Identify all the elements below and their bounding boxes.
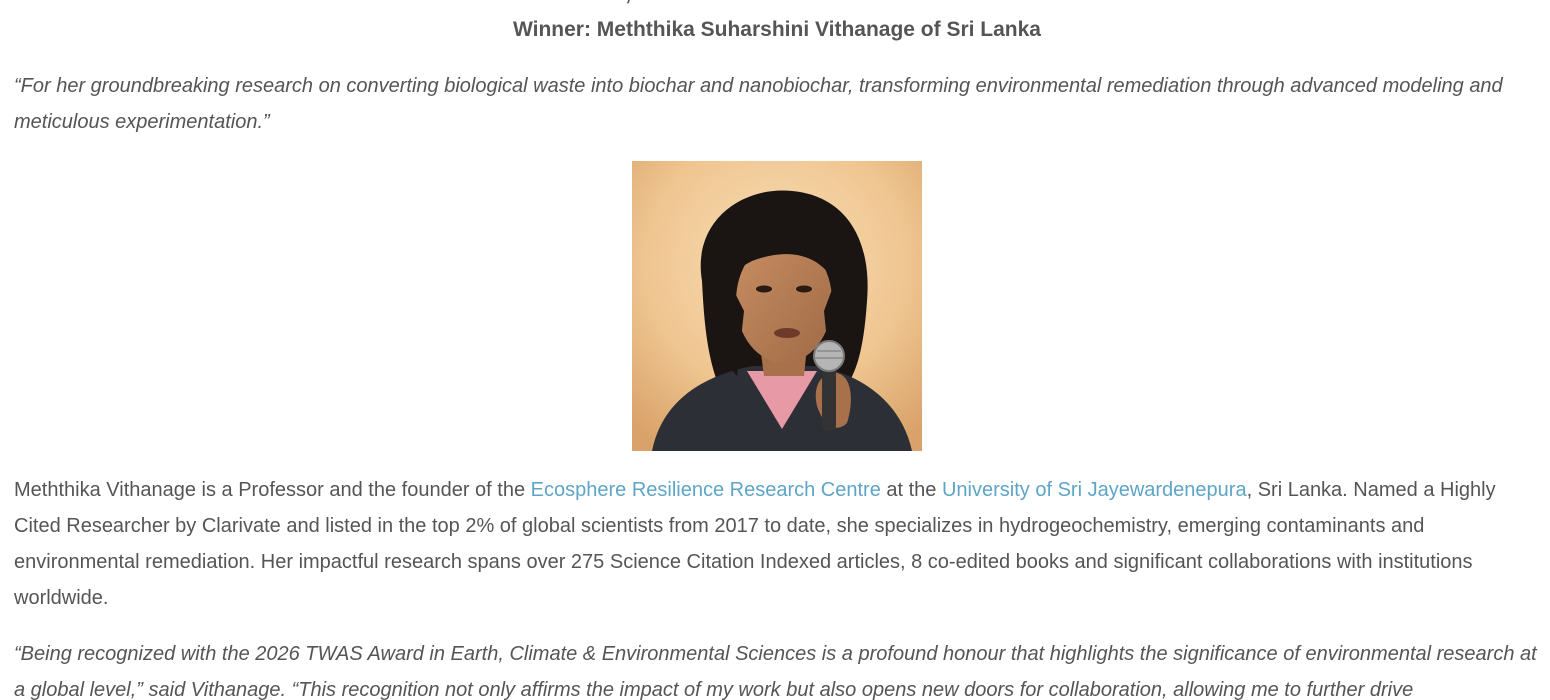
winner-photo <box>632 161 922 451</box>
winner-heading: Winner: Meththika Suharshini Vithanage o… <box>512 18 1041 41</box>
category-heading: Earth, Climate & Environmental Sciences <box>14 0 1540 12</box>
bio-text-1: Meththika Vithanage is a Professor and t… <box>14 479 531 501</box>
winner-bio: Meththika Vithanage is a Professor and t… <box>14 472 1540 616</box>
article-body: Earth, Climate & Environmental Sciences … <box>14 0 1540 700</box>
award-citation: “For her groundbreaking research on conv… <box>14 75 1503 133</box>
portrait-image <box>632 161 922 451</box>
winner-quote: “Being recognized with the 2026 TWAS Awa… <box>14 643 1537 700</box>
university-link[interactable]: University of Sri Jayewardenepura <box>942 479 1247 501</box>
bio-text-2: at the <box>880 479 942 501</box>
ecosphere-centre-link[interactable]: Ecosphere Resilience Research Centre <box>531 479 881 501</box>
